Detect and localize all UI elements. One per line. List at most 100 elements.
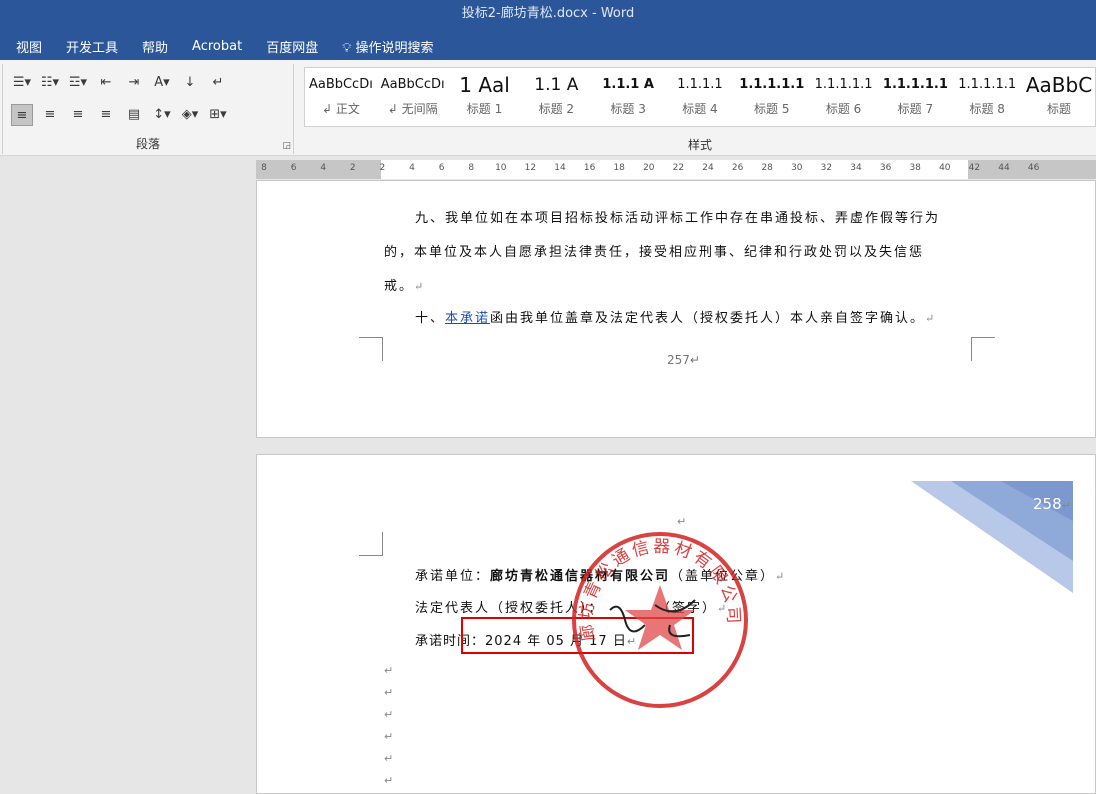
distributed-icon[interactable]: ▤ xyxy=(123,104,145,126)
ruler-tick: 8 xyxy=(468,163,475,173)
style-preview: AaBbCcDı xyxy=(380,77,445,92)
style-item[interactable]: AaBbC 标题 xyxy=(1023,68,1095,126)
ruler-tick: 24 xyxy=(702,163,714,173)
ruler-tick: 4 xyxy=(320,163,327,173)
style-preview: 1.1.1.1.1 xyxy=(739,77,805,92)
menu-view[interactable]: 视图 xyxy=(4,37,54,56)
style-name: 标题 2 xyxy=(538,102,575,116)
style-name: 标题 xyxy=(1047,102,1072,116)
styles-gallery: AaBbCcDı ↲ 正文 AaBbCcDı ↲ 无间隔 1 Aal 标题 1 1.1 A 标… xyxy=(304,67,1096,127)
ruler-tick: 46 xyxy=(1027,163,1040,173)
style-preview: AaBbC xyxy=(1025,73,1093,97)
style-preview: 1.1 A xyxy=(534,75,579,95)
style-preview: 1.1.1.1 xyxy=(677,77,723,92)
margin-mark xyxy=(359,532,383,556)
ruler-tick: 14 xyxy=(554,163,566,173)
menu-acrobat[interactable]: Acrobat xyxy=(180,39,254,54)
style-name: 标题 6 xyxy=(825,102,862,116)
style-item[interactable]: 1.1.1.1 标题 4 xyxy=(664,68,736,126)
line-spacing-icon[interactable]: ↕▾ xyxy=(151,104,173,126)
style-item[interactable]: 1.1.1.1.1 标题 8 xyxy=(951,68,1023,126)
style-name: ↲ 无间隔 xyxy=(387,102,438,116)
title-bar: 投标2-廊坊青松.docx - Word xyxy=(0,0,1096,32)
multilevel-list-icon[interactable]: ☲▾ xyxy=(67,72,89,94)
ruler-tick: 12 xyxy=(524,163,537,173)
style-preview: 1.1.1.1.1 xyxy=(814,77,873,92)
ruler-tick: 16 xyxy=(583,163,596,173)
decrease-indent-icon[interactable]: ⇤ xyxy=(95,72,117,94)
ruler-tick: 26 xyxy=(731,163,744,173)
ruler-tick: 2 xyxy=(379,163,386,173)
tell-me-label: 操作说明搜索 xyxy=(355,40,434,56)
style-item[interactable]: 1.1.1.1.1 标题 7 xyxy=(880,68,952,126)
paragraph-group-label: 段落 xyxy=(135,137,160,151)
style-preview: 1.1.1.1.1 xyxy=(882,77,948,92)
ruler-tick: 20 xyxy=(643,163,655,173)
ruler-tick: 6 xyxy=(438,163,445,173)
ruler-tick: 38 xyxy=(909,163,921,173)
align-right-icon[interactable]: ≡ xyxy=(67,104,89,126)
shading-icon[interactable]: ◈▾ xyxy=(179,104,201,126)
align-left-icon[interactable]: ≡ xyxy=(11,104,33,126)
justify-icon[interactable]: ≡ xyxy=(95,104,117,126)
style-preview: 1.1.1.1.1 xyxy=(958,77,1017,92)
page-number: 258↵ xyxy=(1033,495,1071,513)
style-item[interactable]: 1.1.1 A 标题 3 xyxy=(592,68,664,126)
style-item[interactable]: AaBbCcDı ↲ 正文 xyxy=(305,68,377,126)
style-name: 标题 4 xyxy=(682,102,718,116)
ruler-tick: 22 xyxy=(672,163,685,173)
style-name: 标题 8 xyxy=(969,102,1005,116)
numbering-icon[interactable]: ☷▾ xyxy=(39,72,61,94)
borders-icon[interactable]: ⊞▾ xyxy=(207,104,229,126)
text-line: 的，本单位及本人自愿承担法律责任，接受相应刑事、纪律和行政处罚以及失信惩 xyxy=(384,245,925,260)
ruler-tick: 2 xyxy=(349,163,356,173)
ribbon: ☰▾ ☷▾ ☲▾ ⇤ ⇥ A▾ ↓ ↵ ≡ ≡ ≡ ≡ ▤ ↕▾ ◈▾ ⊞▾ 段… xyxy=(0,60,1096,156)
align-center-icon[interactable]: ≡ xyxy=(39,104,61,126)
style-preview: 1.1.1 A xyxy=(602,77,654,92)
margin-mark xyxy=(971,337,995,361)
tell-me-search[interactable]: 💡︎ 操作说明搜索 xyxy=(330,37,445,56)
style-item[interactable]: AaBbCcDı ↲ 无间隔 xyxy=(377,68,449,126)
margin-mark xyxy=(359,337,383,361)
menu-baidu[interactable]: 百度网盘 xyxy=(254,37,330,56)
menu-help[interactable]: 帮助 xyxy=(130,37,180,56)
ruler-tick: 30 xyxy=(791,163,803,173)
ruler-tick: 44 xyxy=(998,163,1010,173)
style-preview: 1 Aal xyxy=(459,73,510,97)
ruler-tick: 32 xyxy=(820,163,833,173)
company-seal-stamp: 廊坊青松通信器材有限公司 xyxy=(572,532,748,708)
style-preview: AaBbCcDı xyxy=(308,77,373,92)
style-item[interactable]: 1 Aal 标题 1 xyxy=(449,68,521,126)
lightbulb-icon: 💡︎ xyxy=(342,40,356,56)
chinese-layout-icon[interactable]: A▾ xyxy=(151,72,173,94)
ruler-tick: 8 xyxy=(261,163,267,173)
style-name: 标题 5 xyxy=(754,102,790,116)
menu-developer[interactable]: 开发工具 xyxy=(54,37,130,56)
style-item[interactable]: 1.1 A 标题 2 xyxy=(520,68,592,126)
style-item[interactable]: 1.1.1.1.1 标题 6 xyxy=(808,68,880,126)
style-name: 标题 3 xyxy=(610,102,646,116)
ruler-tick: 36 xyxy=(879,163,892,173)
paragraph-group: ☰▾ ☷▾ ☲▾ ⇤ ⇥ A▾ ↓ ↵ ≡ ≡ ≡ ≡ ▤ ↕▾ ◈▾ ⊞▾ 段… xyxy=(2,64,294,154)
dialog-launcher-icon[interactable]: ◲ xyxy=(282,141,291,151)
sort-icon[interactable]: ↓ xyxy=(179,72,201,94)
style-name: 标题 7 xyxy=(897,102,934,116)
ruler-tick: 34 xyxy=(850,163,862,173)
text-line: 戒。 xyxy=(384,279,415,294)
horizontal-ruler[interactable]: 8 6 4 2 2 4 6 8 10 12 14 16 18 20 22 24 26 28 30 32 34 36 38 40… xyxy=(256,160,1096,179)
ruler-tick: 18 xyxy=(613,163,625,173)
text-line: 十、本承诺函由我单位盖章及法定代表人（授权委托人）本人亲自签字确认。↵ xyxy=(415,311,937,326)
style-item[interactable]: 1.1.1.1.1 标题 5 xyxy=(736,68,808,126)
page-257: 九、我单位如在本项目招标投标活动评标工作中存在串通投标、弄虚作假等行为 的，本单… xyxy=(256,180,1096,438)
page-number: 257↵ xyxy=(667,353,700,367)
styles-group-label: 样式 xyxy=(687,138,712,152)
ruler-tick: 40 xyxy=(939,163,951,173)
bullets-icon[interactable]: ☰▾ xyxy=(11,72,33,94)
increase-indent-icon[interactable]: ⇥ xyxy=(123,72,145,94)
style-name: ↲ 正文 xyxy=(321,102,360,116)
underlined-word: 本承诺 xyxy=(445,311,491,326)
show-marks-icon[interactable]: ↵ xyxy=(207,72,229,94)
menu-bar: 视图 开发工具 帮助 Acrobat 百度网盘 💡︎ 操作说明搜索 xyxy=(0,32,1096,60)
empty-paragraphs: ↵ ↵ ↵ ↵ ↵ ↵ xyxy=(384,664,394,787)
ruler-tick: 42 xyxy=(968,163,981,173)
